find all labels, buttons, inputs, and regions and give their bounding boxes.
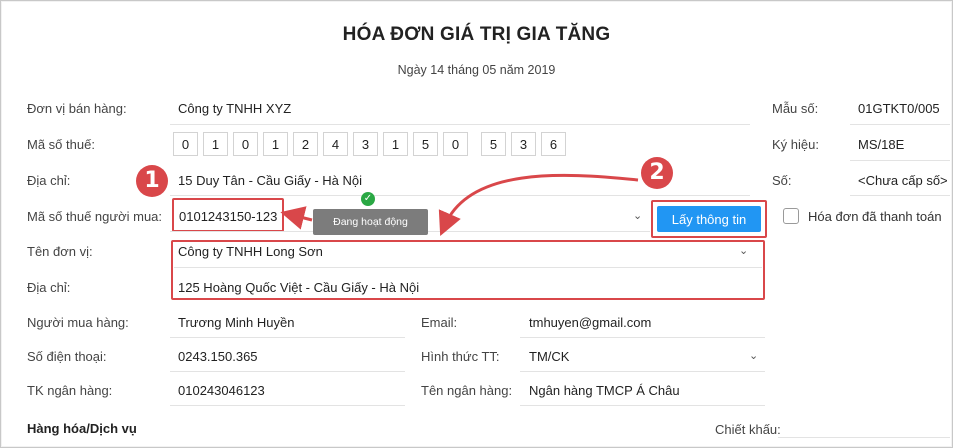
annotation-arrows — [280, 173, 639, 236]
arrow-from-button-to-tooltip — [438, 173, 639, 236]
arrow-to-tax-field — [280, 206, 313, 230]
